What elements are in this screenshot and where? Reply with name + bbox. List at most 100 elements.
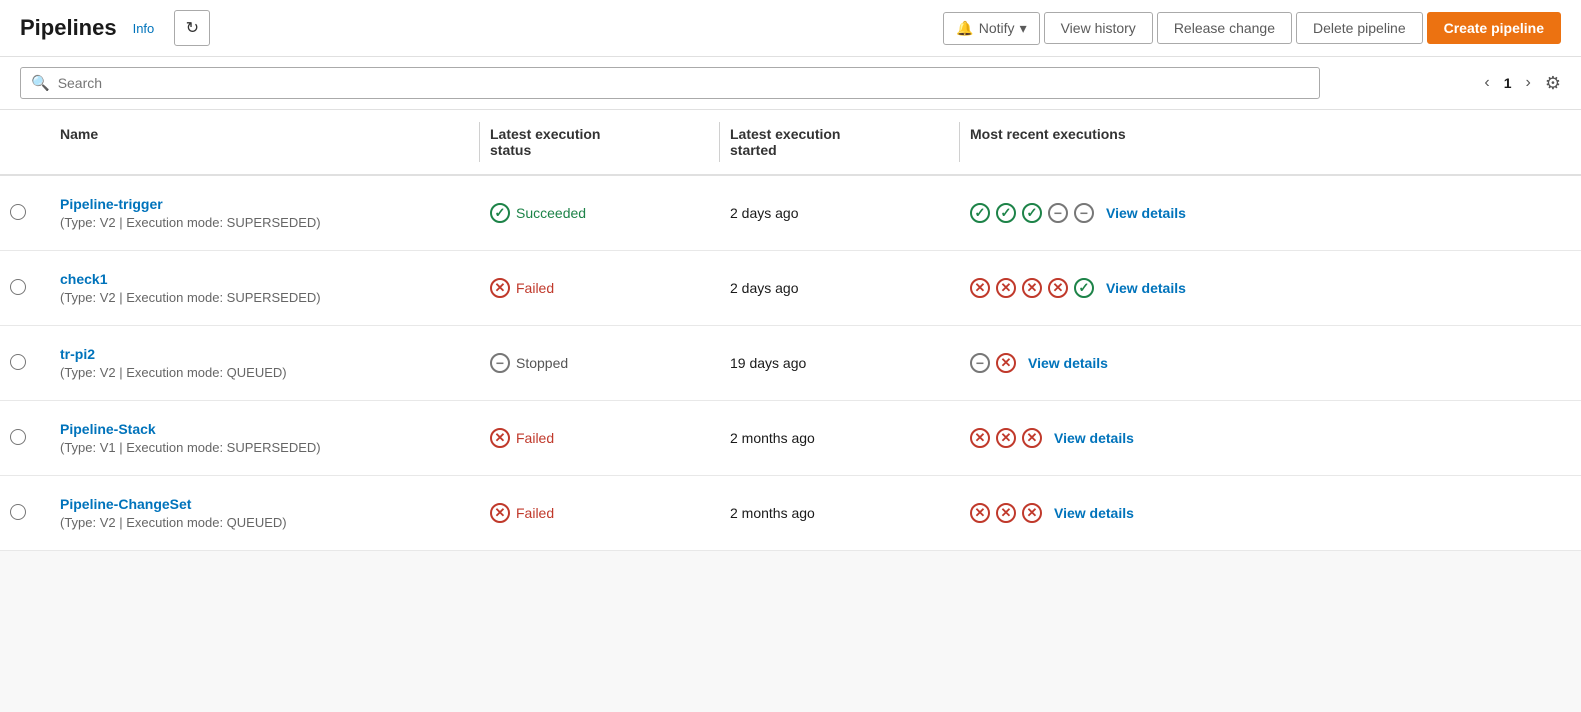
status-cell-2: − Stopped bbox=[480, 349, 720, 377]
pipeline-name-cell-1: check1 (Type: V2 | Execution mode: SUPER… bbox=[50, 267, 480, 309]
refresh-button[interactable]: ↻ bbox=[174, 10, 210, 46]
table-settings-icon[interactable]: ⚙ bbox=[1545, 73, 1561, 94]
info-link[interactable]: Info bbox=[133, 21, 155, 36]
view-details-link-0[interactable]: View details bbox=[1106, 205, 1186, 221]
table-row: Pipeline-Stack (Type: V1 | Execution mod… bbox=[0, 401, 1581, 476]
pipeline-name-link-0[interactable]: Pipeline-trigger bbox=[60, 196, 470, 212]
status-succeeded-icon: ✓ bbox=[996, 203, 1016, 223]
row-radio-4 bbox=[0, 500, 50, 527]
started-cell-4: 2 months ago bbox=[720, 501, 960, 525]
delete-pipeline-button[interactable]: Delete pipeline bbox=[1296, 12, 1423, 44]
row-radio-2 bbox=[0, 350, 50, 377]
select-radio-3[interactable] bbox=[10, 429, 26, 445]
status-cell-0: ✓ Succeeded bbox=[480, 199, 720, 227]
view-details-link-4[interactable]: View details bbox=[1054, 505, 1134, 521]
pipeline-name-link-2[interactable]: tr-pi2 bbox=[60, 346, 470, 362]
table-row: check1 (Type: V2 | Execution mode: SUPER… bbox=[0, 251, 1581, 326]
row-radio-1 bbox=[0, 275, 50, 302]
executions-cell-0: ✓✓✓−− View details bbox=[960, 199, 1581, 227]
next-page-button[interactable]: › bbox=[1520, 70, 1537, 96]
execution-icons-0: ✓✓✓−− View details bbox=[970, 203, 1571, 223]
select-radio-1[interactable] bbox=[10, 279, 26, 295]
table-header: Name Latest executionstatus Latest execu… bbox=[0, 110, 1581, 176]
chevron-down-icon: ▾ bbox=[1020, 20, 1027, 37]
status-failed-icon: ✕ bbox=[970, 503, 990, 523]
status-failed-icon: ✕ bbox=[1022, 278, 1042, 298]
col-executions: Most recent executions bbox=[960, 122, 1581, 162]
status-label: ✕ Failed bbox=[490, 278, 710, 298]
bell-icon: 🔔 bbox=[956, 20, 973, 37]
status-cell-3: ✕ Failed bbox=[480, 424, 720, 452]
view-details-link-1[interactable]: View details bbox=[1106, 280, 1186, 296]
pipeline-name-link-3[interactable]: Pipeline-Stack bbox=[60, 421, 470, 437]
prev-page-button[interactable]: ‹ bbox=[1478, 70, 1495, 96]
pipeline-name-cell-0: Pipeline-trigger (Type: V2 | Execution m… bbox=[50, 192, 480, 234]
pipeline-meta-2: (Type: V2 | Execution mode: QUEUED) bbox=[60, 365, 470, 380]
col-started: Latest executionstarted bbox=[720, 122, 960, 162]
status-failed-icon: ✕ bbox=[1022, 428, 1042, 448]
status-label: ✕ Failed bbox=[490, 428, 710, 448]
started-text-4: 2 months ago bbox=[730, 505, 815, 521]
status-failed-icon: ✕ bbox=[490, 503, 510, 523]
status-failed-icon: ✕ bbox=[996, 278, 1016, 298]
started-text-3: 2 months ago bbox=[730, 430, 815, 446]
status-failed-icon: ✕ bbox=[970, 278, 990, 298]
table-body: Pipeline-trigger (Type: V2 | Execution m… bbox=[0, 176, 1581, 551]
status-succeeded-icon: ✓ bbox=[970, 203, 990, 223]
status-text: Stopped bbox=[516, 355, 568, 371]
executions-cell-4: ✕✕✕ View details bbox=[960, 499, 1581, 527]
page-title: Pipelines bbox=[20, 15, 117, 41]
table-row: Pipeline-trigger (Type: V2 | Execution m… bbox=[0, 176, 1581, 251]
started-cell-3: 2 months ago bbox=[720, 426, 960, 450]
pipeline-name-cell-3: Pipeline-Stack (Type: V1 | Execution mod… bbox=[50, 417, 480, 459]
status-failed-icon: ✕ bbox=[996, 428, 1016, 448]
view-history-button[interactable]: View history bbox=[1044, 12, 1153, 44]
pipeline-meta-1: (Type: V2 | Execution mode: SUPERSEDED) bbox=[60, 290, 470, 305]
execution-icons-3: ✕✕✕ View details bbox=[970, 428, 1571, 448]
status-cell-4: ✕ Failed bbox=[480, 499, 720, 527]
status-failed-icon: ✕ bbox=[996, 503, 1016, 523]
select-radio-2[interactable] bbox=[10, 354, 26, 370]
started-text-1: 2 days ago bbox=[730, 280, 799, 296]
executions-cell-3: ✕✕✕ View details bbox=[960, 424, 1581, 452]
status-text: Succeeded bbox=[516, 205, 586, 221]
executions-cell-1: ✕✕✕✕✓ View details bbox=[960, 274, 1581, 302]
pipeline-name-link-1[interactable]: check1 bbox=[60, 271, 470, 287]
refresh-icon: ↻ bbox=[186, 18, 199, 38]
executions-cell-2: −✕ View details bbox=[960, 349, 1581, 377]
notify-label: Notify bbox=[979, 20, 1015, 36]
create-pipeline-button[interactable]: Create pipeline bbox=[1427, 12, 1561, 44]
pipeline-name-link-4[interactable]: Pipeline-ChangeSet bbox=[60, 496, 470, 512]
notify-button[interactable]: 🔔 Notify ▾ bbox=[943, 12, 1039, 45]
top-bar: Pipelines Info ↻ 🔔 Notify ▾ View history… bbox=[0, 0, 1581, 57]
status-cell-1: ✕ Failed bbox=[480, 274, 720, 302]
pipeline-meta-0: (Type: V2 | Execution mode: SUPERSEDED) bbox=[60, 215, 470, 230]
row-radio-3 bbox=[0, 425, 50, 452]
status-failed-icon: ✕ bbox=[996, 353, 1016, 373]
status-text: Failed bbox=[516, 505, 554, 521]
select-radio-0[interactable] bbox=[10, 204, 26, 220]
view-details-link-3[interactable]: View details bbox=[1054, 430, 1134, 446]
search-input[interactable] bbox=[58, 75, 1309, 91]
status-label: ✓ Succeeded bbox=[490, 203, 710, 223]
status-label: − Stopped bbox=[490, 353, 710, 373]
started-text-0: 2 days ago bbox=[730, 205, 799, 221]
search-container: 🔍 bbox=[20, 67, 1320, 99]
select-radio-4[interactable] bbox=[10, 504, 26, 520]
status-succeeded-icon: ✓ bbox=[1074, 278, 1094, 298]
status-failed-icon: ✕ bbox=[490, 428, 510, 448]
pipeline-name-cell-2: tr-pi2 (Type: V2 | Execution mode: QUEUE… bbox=[50, 342, 480, 384]
col-select bbox=[0, 122, 50, 162]
release-change-button[interactable]: Release change bbox=[1157, 12, 1292, 44]
pipeline-meta-3: (Type: V1 | Execution mode: SUPERSEDED) bbox=[60, 440, 470, 455]
execution-icons-4: ✕✕✕ View details bbox=[970, 503, 1571, 523]
started-cell-1: 2 days ago bbox=[720, 276, 960, 300]
status-stopped-icon: − bbox=[1048, 203, 1068, 223]
status-failed-icon: ✕ bbox=[490, 278, 510, 298]
status-text: Failed bbox=[516, 430, 554, 446]
status-label: ✕ Failed bbox=[490, 503, 710, 523]
status-succeeded-icon: ✓ bbox=[490, 203, 510, 223]
pipelines-table: Name Latest executionstatus Latest execu… bbox=[0, 110, 1581, 551]
status-stopped-icon: − bbox=[490, 353, 510, 373]
view-details-link-2[interactable]: View details bbox=[1028, 355, 1108, 371]
